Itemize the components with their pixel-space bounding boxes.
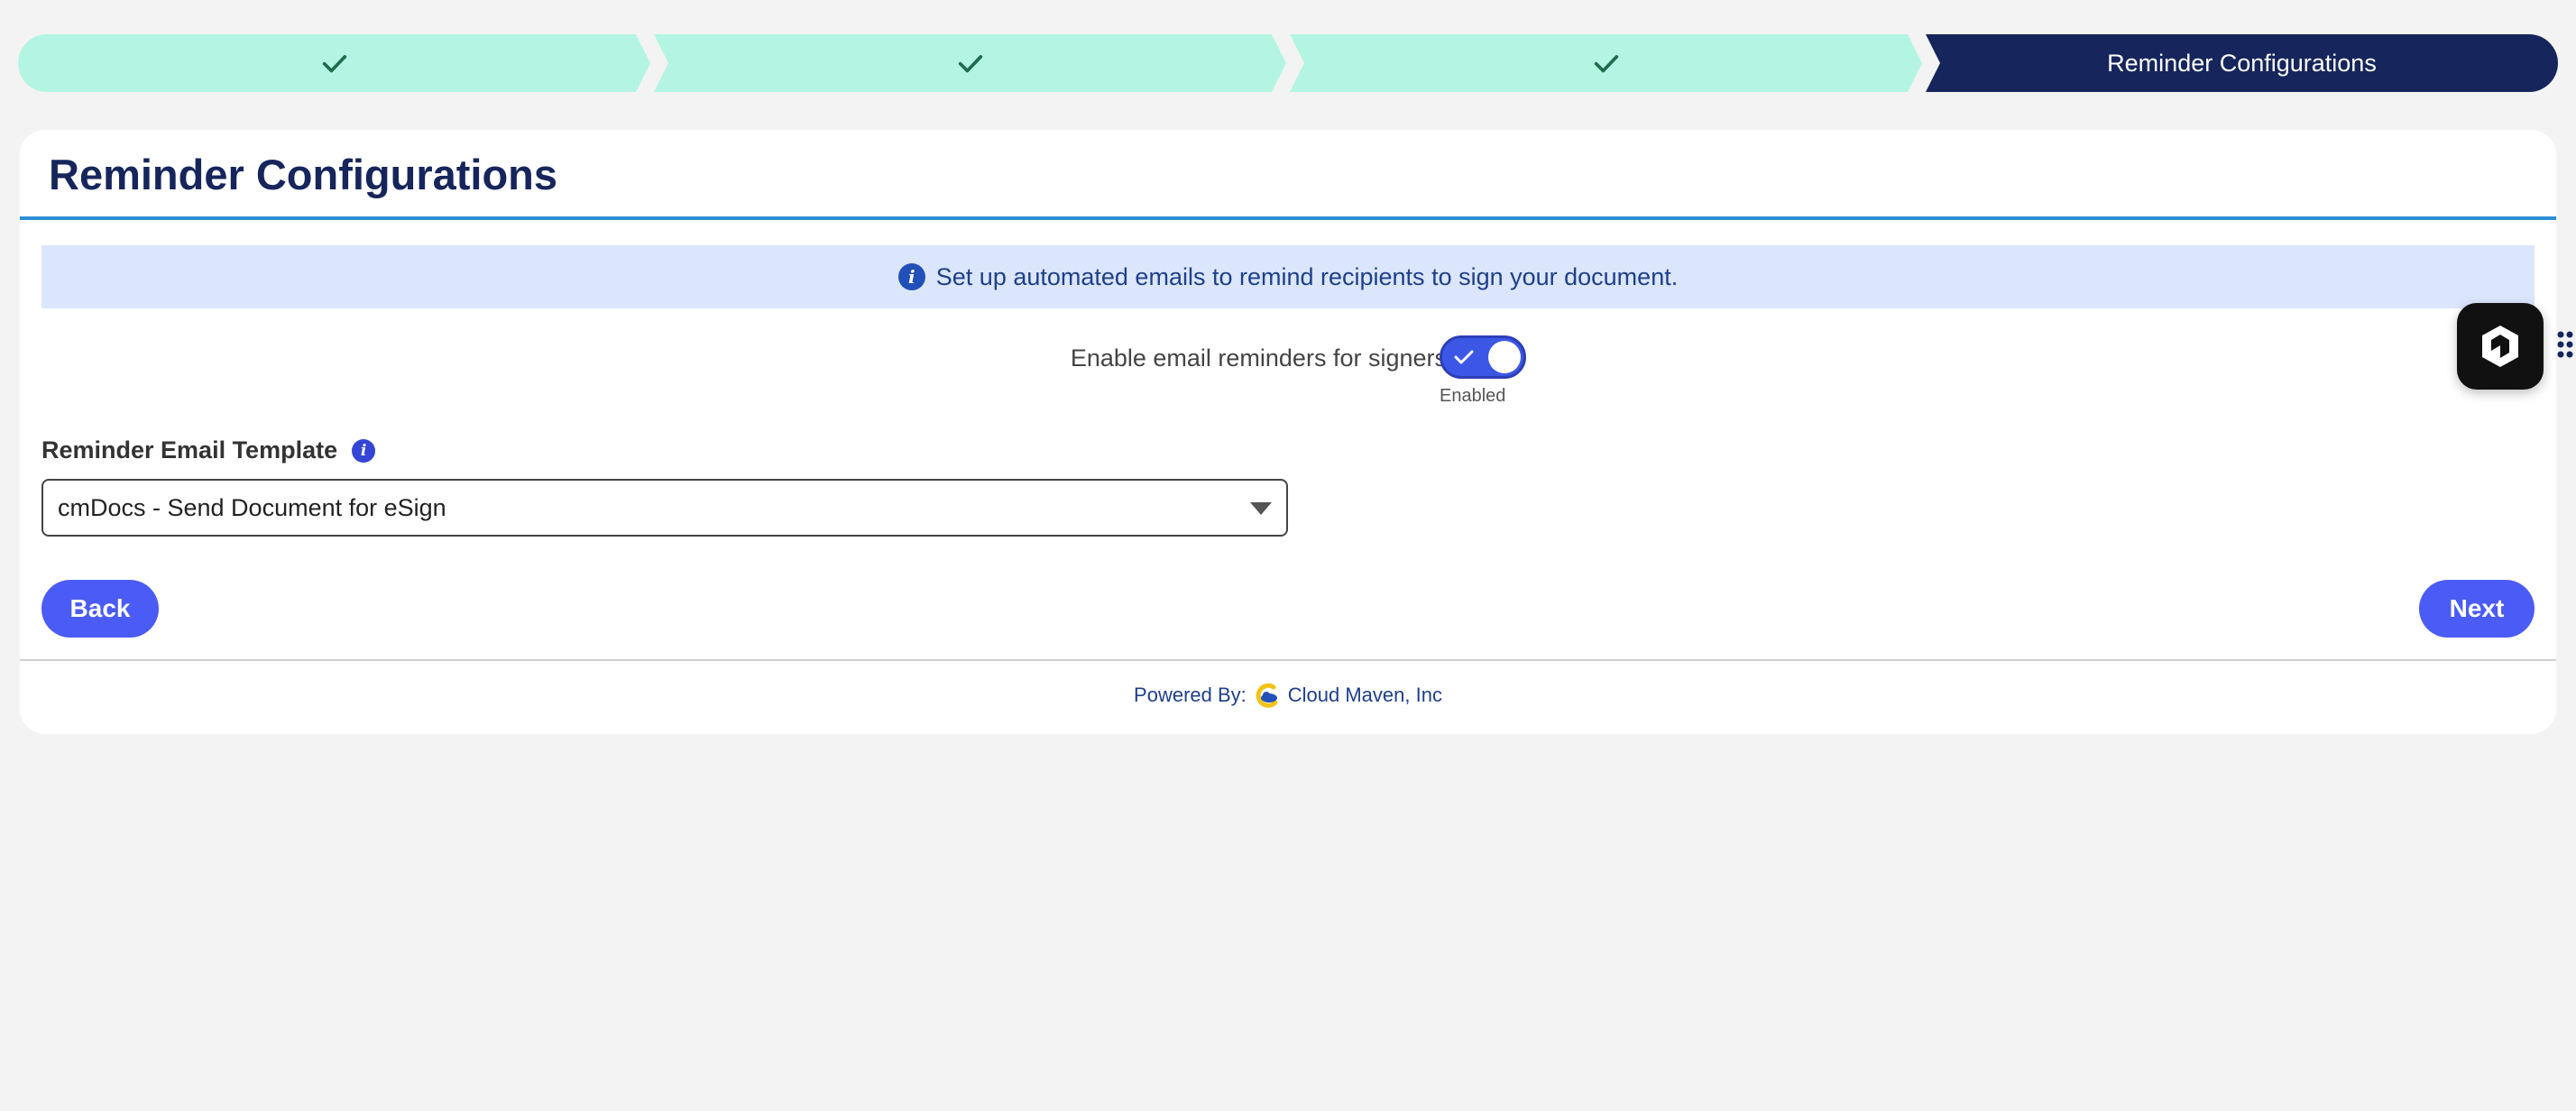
company-link[interactable]: Cloud Maven, Inc [1288,684,1442,707]
path-step-current[interactable]: Reminder Configurations [1926,34,2558,92]
floating-assistant-button[interactable] [2457,303,2544,390]
check-icon [1454,350,1474,364]
template-field-label: Reminder Email Template i [41,436,376,464]
check-icon [1591,48,1622,78]
path-step-2[interactable] [654,34,1286,92]
toggle-label: Enable email reminders for signers [1070,344,1447,372]
hexagon-logo-icon [2482,326,2518,367]
toggle-state-text: Enabled [1440,386,1506,406]
drag-handle-icon[interactable] [2556,330,2574,359]
select-value: cmDocs - Send Document for eSign [58,493,446,521]
toggle-knob [1488,341,1521,373]
next-button[interactable]: Next [2419,580,2535,638]
check-icon [319,48,350,78]
info-icon: i [897,263,925,290]
path-step-current-label: Reminder Configurations [2107,49,2377,77]
caret-down-icon [1250,502,1272,515]
info-banner: i Set up automated emails to remind reci… [41,245,2535,308]
cloud-maven-logo-icon [1256,683,1278,708]
template-label-text: Reminder Email Template [41,436,338,464]
reminder-template-select[interactable]: cmDocs - Send Document for eSign [41,479,1288,537]
check-icon [955,48,986,78]
email-reminder-toggle[interactable] [1440,335,1526,379]
powered-by-text: Powered By: [1134,684,1247,706]
title-divider [20,216,2556,220]
help-info-icon[interactable]: i [352,438,376,463]
path-step-1[interactable] [18,34,650,92]
path-step-3[interactable] [1290,34,1922,92]
page-title: Reminder Configurations [49,151,558,198]
progress-path: Reminder Configurations [18,34,2558,92]
info-banner-text: Set up automated emails to remind recipi… [935,262,1679,290]
email-reminder-toggle-row: Enable email reminders for signers Enabl… [20,335,2556,406]
footer: Powered By: Cloud Maven, Inc [20,682,2556,709]
footer-divider [20,659,2556,661]
reminder-config-card: Reminder Configurations i Set up automat… [20,130,2556,734]
back-button[interactable]: Back [41,580,159,638]
